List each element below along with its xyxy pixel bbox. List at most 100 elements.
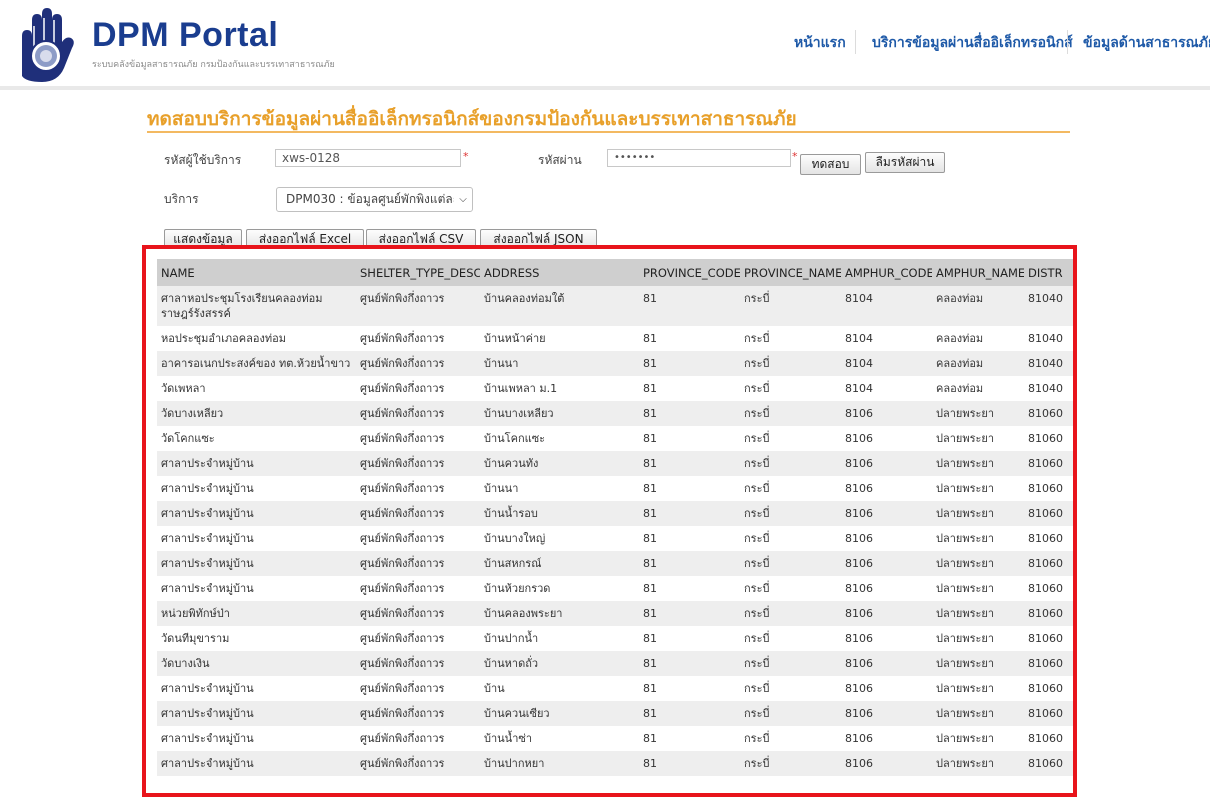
cell-amphur-name: คลองท่อม bbox=[932, 286, 1024, 326]
column-header-amphur-name[interactable]: AMPHUR_NAME bbox=[932, 259, 1024, 286]
cell-amphur-code: 8106 bbox=[841, 526, 932, 551]
column-header-province-code[interactable]: PROVINCE_CODE bbox=[639, 259, 740, 286]
cell-province-name: กระบี่ bbox=[740, 576, 841, 601]
table-row: ศาลาประจำหมู่บ้าน ศูนย์พักพิงกึ่งถาวร บ้าน… bbox=[157, 726, 1073, 751]
cell-amphur-name: ปลายพระยา bbox=[932, 526, 1024, 551]
cell-amphur-code: 8106 bbox=[841, 501, 932, 526]
column-header-district[interactable]: DISTR bbox=[1024, 259, 1073, 286]
nav-e-services[interactable]: บริการข้อมูลผ่านสื่ออิเล็กทรอนิกส์ bbox=[872, 32, 1073, 54]
cell-province-code: 81 bbox=[639, 326, 740, 351]
cell-amphur-name: คลองท่อม bbox=[932, 351, 1024, 376]
results-table: NAME SHELTER_TYPE_DESC ADDRESS PROVINCE_… bbox=[157, 259, 1073, 776]
cell-district: 81060 bbox=[1024, 526, 1073, 551]
required-mark: * bbox=[463, 150, 469, 163]
cell-district: 81060 bbox=[1024, 501, 1073, 526]
cell-province-code: 81 bbox=[639, 626, 740, 651]
header-divider bbox=[0, 86, 1210, 90]
cell-amphur-name: ปลายพระยา bbox=[932, 701, 1024, 726]
cell-province-code: 81 bbox=[639, 751, 740, 776]
cell-name: ศาลาประจำหมู่บ้าน bbox=[157, 676, 356, 701]
cell-province-name: กระบี่ bbox=[740, 286, 841, 326]
column-header-amphur-code[interactable]: AMPHUR_CODE bbox=[841, 259, 932, 286]
nav-home[interactable]: หน้าแรก bbox=[794, 32, 846, 54]
cell-province-name: กระบี่ bbox=[740, 601, 841, 626]
cell-province-code: 81 bbox=[639, 701, 740, 726]
cell-amphur-code: 8106 bbox=[841, 751, 932, 776]
cell-address: บ้านปากน้ำ bbox=[480, 626, 639, 651]
cell-district: 81060 bbox=[1024, 576, 1073, 601]
cell-shelter-type: ศูนย์พักพิงกึ่งถาวร bbox=[356, 426, 480, 451]
cell-amphur-name: ปลายพระยา bbox=[932, 501, 1024, 526]
cell-amphur-name: คลองท่อม bbox=[932, 376, 1024, 401]
cell-province-name: กระบี่ bbox=[740, 726, 841, 751]
cell-address: บ้านปากหยา bbox=[480, 751, 639, 776]
service-select[interactable]: DPM030 : ข้อมูลศูนย์พักพิงแต่ละ ⌵ bbox=[276, 187, 473, 212]
cell-province-code: 81 bbox=[639, 351, 740, 376]
cell-shelter-type: ศูนย์พักพิงกึ่งถาวร bbox=[356, 376, 480, 401]
cell-amphur-name: ปลายพระยา bbox=[932, 626, 1024, 651]
nav-disaster-data[interactable]: ข้อมูลด้านสาธารณภัย bbox=[1083, 32, 1210, 54]
cell-name: ศาลาประจำหมู่บ้าน bbox=[157, 476, 356, 501]
cell-address: บ้านสหกรณ์ bbox=[480, 551, 639, 576]
table-row: อาคารอเนกประสงค์ของ ทต.ห้วยน้ำขาว ศูนย์พั… bbox=[157, 351, 1073, 376]
password-input[interactable]: ••••••• bbox=[607, 149, 791, 167]
cell-name: ศาลาประจำหมู่บ้าน bbox=[157, 701, 356, 726]
cell-address: บ้าน bbox=[480, 676, 639, 701]
column-header-name[interactable]: NAME bbox=[157, 259, 356, 286]
table-row: ศาลาประจำหมู่บ้าน ศูนย์พักพิงกึ่งถาวร บ้าน… bbox=[157, 751, 1073, 776]
forgot-password-button[interactable]: ลืมรหัสผ่าน bbox=[865, 152, 945, 173]
cell-shelter-type: ศูนย์พักพิงกึ่งถาวร bbox=[356, 576, 480, 601]
cell-shelter-type: ศูนย์พักพิงกึ่งถาวร bbox=[356, 526, 480, 551]
cell-amphur-code: 8106 bbox=[841, 576, 932, 601]
cell-province-name: กระบี่ bbox=[740, 351, 841, 376]
cell-name: วัดบางเงิน bbox=[157, 651, 356, 676]
cell-province-name: กระบี่ bbox=[740, 426, 841, 451]
cell-shelter-type: ศูนย์พักพิงกึ่งถาวร bbox=[356, 401, 480, 426]
cell-address: บ้านบางเหลียว bbox=[480, 401, 639, 426]
cell-address: บ้านหาดถั่ว bbox=[480, 651, 639, 676]
service-select-value: DPM030 : ข้อมูลศูนย์พักพิงแต่ละ bbox=[286, 192, 454, 206]
cell-amphur-name: ปลายพระยา bbox=[932, 651, 1024, 676]
cell-province-name: กระบี่ bbox=[740, 376, 841, 401]
cell-shelter-type: ศูนย์พักพิงกึ่งถาวร bbox=[356, 501, 480, 526]
cell-address: บ้านเพหลา ม.1 bbox=[480, 376, 639, 401]
cell-district: 81060 bbox=[1024, 626, 1073, 651]
cell-district: 81060 bbox=[1024, 676, 1073, 701]
cell-name: วัดบางเหลียว bbox=[157, 401, 356, 426]
column-header-address[interactable]: ADDRESS bbox=[480, 259, 639, 286]
cell-amphur-code: 8106 bbox=[841, 601, 932, 626]
cell-province-code: 81 bbox=[639, 651, 740, 676]
cell-province-code: 81 bbox=[639, 576, 740, 601]
cell-amphur-name: ปลายพระยา bbox=[932, 676, 1024, 701]
column-header-province-name[interactable]: PROVINCE_NAME bbox=[740, 259, 841, 286]
cell-shelter-type: ศูนย์พักพิงกึ่งถาวร bbox=[356, 451, 480, 476]
cell-name: ศาลาประจำหมู่บ้าน bbox=[157, 726, 356, 751]
cell-address: บ้านบางใหญ่ bbox=[480, 526, 639, 551]
cell-province-name: กระบี่ bbox=[740, 401, 841, 426]
cell-amphur-code: 8106 bbox=[841, 551, 932, 576]
cell-name: ศาลาประจำหมู่บ้าน bbox=[157, 551, 356, 576]
table-row: ศาลาประจำหมู่บ้าน ศูนย์พักพิงกึ่งถาวร บ้าน… bbox=[157, 676, 1073, 701]
cell-province-name: กระบี่ bbox=[740, 751, 841, 776]
test-button[interactable]: ทดสอบ bbox=[800, 154, 861, 175]
cell-district: 81040 bbox=[1024, 376, 1073, 401]
table-row: วัดบางเงิน ศูนย์พักพิงกึ่งถาวร บ้านหาดถั่ว… bbox=[157, 651, 1073, 676]
cell-province-name: กระบี่ bbox=[740, 476, 841, 501]
table-row: ศาลาประจำหมู่บ้าน ศูนย์พักพิงกึ่งถาวร บ้าน… bbox=[157, 701, 1073, 726]
table-row: หน่วยพิทักษ์ป่า ศูนย์พักพิงกึ่งถาวร บ้านคล… bbox=[157, 601, 1073, 626]
column-header-shelter-type[interactable]: SHELTER_TYPE_DESC bbox=[356, 259, 480, 286]
cell-name: ศาลาหอประชุมโรงเรียนคลองท่อมราษฎร์รังสรร… bbox=[157, 286, 356, 326]
site-header: DPM Portal ระบบคลังข้อมูลสาธารณภัย กรมป้… bbox=[0, 0, 1210, 86]
page-title: ทดสอบบริการข้อมูลผ่านสื่ออิเล็กทรอนิกส์ข… bbox=[147, 108, 797, 130]
cell-shelter-type: ศูนย์พักพิงกึ่งถาวร bbox=[356, 676, 480, 701]
table-row: ศาลาประจำหมู่บ้าน ศูนย์พักพิงกึ่งถาวร บ้าน… bbox=[157, 501, 1073, 526]
cell-name: ศาลาประจำหมู่บ้าน bbox=[157, 751, 356, 776]
user-id-input[interactable]: xws-0128 bbox=[275, 149, 461, 167]
cell-province-name: กระบี่ bbox=[740, 701, 841, 726]
table-row: หอประชุมอำเภอคลองท่อม ศูนย์พักพิงกึ่งถาวร… bbox=[157, 326, 1073, 351]
cell-shelter-type: ศูนย์พักพิงกึ่งถาวร bbox=[356, 551, 480, 576]
cell-name: หน่วยพิทักษ์ป่า bbox=[157, 601, 356, 626]
cell-province-code: 81 bbox=[639, 376, 740, 401]
cell-shelter-type: ศูนย์พักพิงกึ่งถาวร bbox=[356, 701, 480, 726]
table-row: ศาลาประจำหมู่บ้าน ศูนย์พักพิงกึ่งถาวร บ้าน… bbox=[157, 526, 1073, 551]
